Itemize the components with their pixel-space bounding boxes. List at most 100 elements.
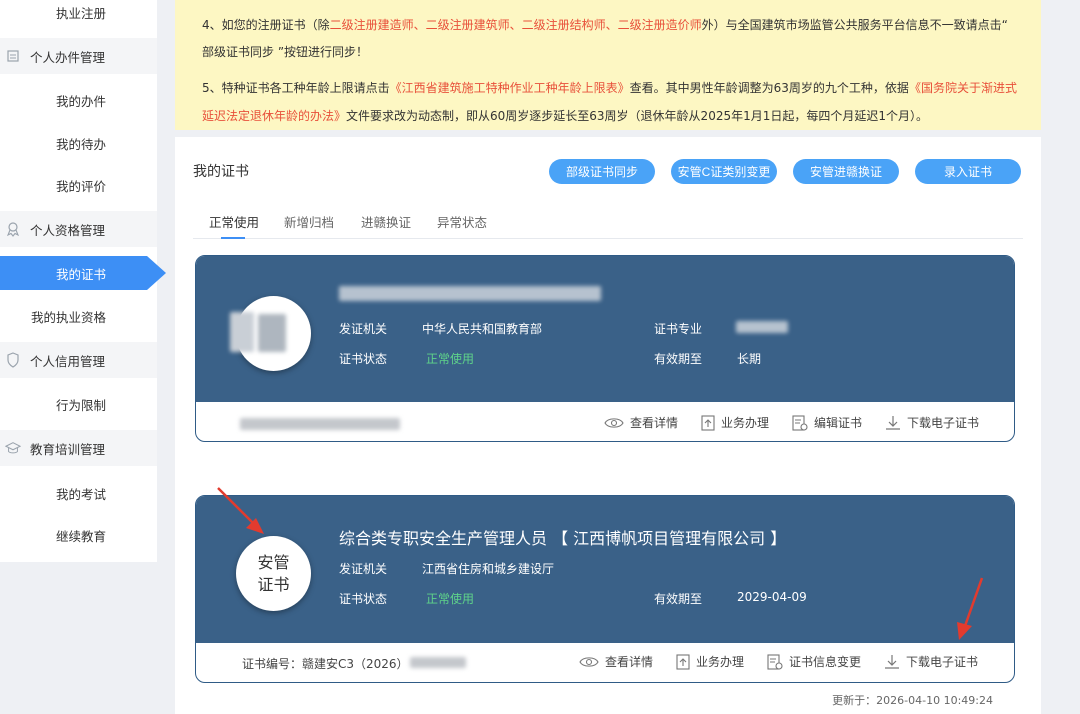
download-certificate-button[interactable]: 下载电子证书 — [884, 653, 978, 670]
status-label: 证书状态 — [339, 592, 388, 606]
download-icon — [885, 654, 900, 669]
redacted-certificate-title — [339, 286, 601, 301]
issuer-value: 中华人民共和国教育部 — [422, 322, 543, 336]
active-item-pointer — [147, 256, 166, 290]
notice-box: 4、如您的注册证书（除二级注册建造师、二级注册建筑师、二级注册结构师、二级注册造… — [175, 0, 1041, 130]
business-handling-button[interactable]: 业务办理 — [701, 414, 769, 431]
download-certificate-button[interactable]: 下载电子证书 — [885, 414, 979, 431]
action-label: 业务办理 — [721, 416, 770, 430]
sidebar-item-my-exams[interactable]: 我的考试 — [0, 475, 157, 511]
enter-certificate-button[interactable]: 录入证书 — [915, 159, 1021, 184]
sidebar-item-label: 继续教育 — [56, 528, 107, 544]
action-label: 查看详情 — [605, 655, 654, 669]
issuer-label: 发证机关 — [339, 562, 388, 576]
view-details-button[interactable]: 查看详情 — [604, 414, 678, 431]
eye-icon — [579, 656, 599, 667]
validity-value: 2029-04-09 — [737, 590, 807, 604]
sidebar-item-behavior-restriction[interactable]: 行为限制 — [0, 386, 157, 422]
action-label: 下载电子证书 — [907, 416, 980, 430]
validity-label: 有效期至 — [654, 352, 703, 366]
redacted-certificate-number — [410, 657, 466, 668]
view-details-button[interactable]: 查看详情 — [579, 653, 653, 670]
issuer-value: 江西省住房和城乡建设厅 — [422, 562, 555, 576]
change-certificate-info-button[interactable]: 证书信息变更 — [767, 653, 861, 670]
notice-item-4-cont: 部级证书同步 ”按钮进行同步！ — [202, 38, 1022, 66]
sidebar-group-education-training[interactable]: 教育培训管理 — [0, 430, 157, 466]
sidebar-item-my-certificates[interactable]: 我的证书 — [0, 256, 147, 290]
tab-normal-use[interactable]: 正常使用 — [209, 212, 259, 231]
upload-icon — [676, 653, 690, 670]
sidebar-item-label: 我的执业资格 — [31, 309, 107, 325]
certificate-card: 发证机关 中华人民共和国教育部 证书专业 证书状态 正常使用 有效期至 长期 查… — [195, 255, 1015, 442]
edit-document-icon — [792, 414, 808, 431]
sidebar-group-label: 教育培训管理 — [30, 441, 106, 457]
graduation-cap-icon — [5, 440, 21, 456]
annotation-arrow-icon — [957, 577, 984, 640]
redacted-certificate-number — [240, 418, 400, 430]
certificate-title: 综合类专职安全生产管理人员 【 江西博帆项目管理有限公司 】 — [339, 529, 787, 548]
major-label: 证书专业 — [654, 322, 703, 336]
tab-jiangxi-exchange[interactable]: 进赣换证 — [361, 212, 411, 231]
action-label: 查看详情 — [630, 416, 679, 430]
edit-document-icon — [767, 653, 783, 670]
notice-text: 4、如您的注册证书（除 — [202, 18, 330, 32]
business-handling-button[interactable]: 业务办理 — [676, 653, 744, 670]
sidebar-group-personal-qualifications[interactable]: 个人资格管理 — [0, 211, 157, 247]
badge-label: 安管证书 — [257, 552, 290, 594]
tab-new-archive[interactable]: 新增归档 — [284, 212, 334, 231]
certificate-number: 证书编号：赣建安C3（2026） — [242, 657, 409, 671]
sidebar-item-my-practice-qualification[interactable]: 我的执业资格 — [0, 298, 157, 334]
sidebar-item-my-todo[interactable]: 我的待办 — [0, 125, 157, 161]
redacted-badge-text — [230, 312, 254, 352]
sidebar-group-personal-credit[interactable]: 个人信用管理 — [0, 342, 157, 378]
action-label: 证书信息变更 — [789, 655, 862, 669]
action-label: 业务办理 — [696, 655, 745, 669]
last-updated: 更新于：2026-04-10 10:49:24 — [832, 694, 993, 707]
status-badge: 正常使用 — [426, 592, 475, 606]
tab-abnormal-status[interactable]: 异常状态 — [437, 212, 487, 231]
sidebar-item-label: 我的办件 — [56, 93, 107, 109]
notice-text: 查看。其中男性年龄调整为63周岁的九个工种，依据 — [629, 81, 909, 95]
certificate-card: 安管证书 综合类专职安全生产管理人员 【 江西博帆项目管理有限公司 】 发证机关… — [195, 495, 1015, 683]
redacted-badge-text — [258, 314, 286, 352]
age-limit-table-link[interactable]: 《江西省建筑施工特种作业工种年龄上限表》 — [390, 81, 630, 95]
certificate-badge — [230, 296, 311, 371]
notice-item-4: 4、如您的注册证书（除二级注册建造师、二级注册建筑师、二级注册结构师、二级注册造… — [202, 11, 1022, 39]
sidebar-item-continuing-education[interactable]: 继续教育 — [0, 517, 157, 553]
notice-text: 部级证书同步 ”按钮进行同步！ — [202, 45, 369, 59]
sidebar: 执业注册 个人办件管理 我的办件 我的待办 我的评价 个人资格管理 我的证书 我… — [0, 0, 157, 562]
status-label: 证书状态 — [339, 352, 388, 366]
download-icon — [886, 415, 901, 430]
status-badge: 正常使用 — [426, 352, 475, 366]
jiangxi-exchange-button[interactable]: 安管进赣换证 — [793, 159, 899, 184]
award-icon — [5, 221, 21, 237]
validity-label: 有效期至 — [654, 592, 703, 606]
issuer-label: 发证机关 — [339, 322, 388, 336]
card-actions: 查看详情 业务办理 编辑证书 下载电子证书 — [581, 414, 979, 431]
card-scallop-edge — [196, 643, 1014, 651]
notice-link[interactable]: 二级注册建造师、二级注册建筑师、二级注册结构师、二级注册造价师 — [330, 18, 702, 32]
notice-text: 5、特种证书各工种年龄上限请点击 — [202, 81, 390, 95]
sidebar-item-label: 我的待办 — [56, 136, 107, 152]
certificate-badge: 安管证书 — [236, 536, 311, 611]
document-icon — [5, 48, 21, 64]
c-cert-category-change-button[interactable]: 安管C证类别变更 — [671, 159, 777, 184]
sidebar-item-label: 我的考试 — [56, 486, 107, 502]
ministry-sync-button[interactable]: 部级证书同步 — [549, 159, 655, 184]
sidebar-item-my-reviews[interactable]: 我的评价 — [0, 167, 157, 203]
sidebar-item-my-cases[interactable]: 我的办件 — [0, 82, 157, 118]
validity-value: 长期 — [737, 352, 762, 366]
edit-certificate-button[interactable]: 编辑证书 — [792, 414, 862, 431]
card-scallop-edge — [196, 402, 1014, 410]
sidebar-group-personal-cases[interactable]: 个人办件管理 — [0, 38, 157, 74]
action-label: 编辑证书 — [814, 416, 863, 430]
card-header — [196, 496, 1014, 643]
sidebar-item-practice-registration[interactable]: 执业注册 — [0, 0, 157, 30]
sidebar-group-label: 个人信用管理 — [30, 353, 106, 369]
sidebar-group-label: 个人办件管理 — [30, 49, 106, 65]
action-label: 下载电子证书 — [906, 655, 979, 669]
notice-text: 外）与全国建筑市场监管公共服务平台信息不一致请点击“ — [701, 18, 1008, 32]
notice-item-5: 5、特种证书各工种年龄上限请点击《江西省建筑施工特种作业工种年龄上限表》查看。其… — [202, 74, 1022, 130]
sidebar-item-label: 行为限制 — [56, 397, 107, 413]
sidebar-item-label: 我的评价 — [56, 178, 107, 194]
